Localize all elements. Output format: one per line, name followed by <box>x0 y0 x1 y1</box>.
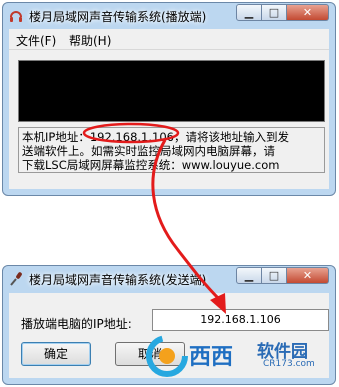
menu-help[interactable]: 帮助(H) <box>69 32 111 49</box>
maximize-button[interactable]: □ <box>262 4 287 21</box>
info-text-box: 本机IP地址：192.168.1.106，请将该地址输入到发 送端软件上。如需实… <box>18 127 325 173</box>
minimize-button[interactable]: ▁ <box>236 4 262 21</box>
player-window-controls: ▁ □ ✕ <box>236 4 329 21</box>
headphones-icon <box>10 11 22 22</box>
watermark-domain: CR173.com <box>263 359 315 369</box>
sender-window-controls: ▁ □ ✕ <box>236 267 329 284</box>
sender-window-title: 楼月局域网声音传输系统(发送端) <box>29 273 207 287</box>
info-line-2: 送端软件上。如需实时监控局域网内电脑屏幕，请 <box>22 144 275 158</box>
menu-bar: 文件(F) 帮助(H) <box>9 29 329 50</box>
maximize-button[interactable]: □ <box>262 267 287 284</box>
audio-display-panel <box>18 60 325 122</box>
info-line-3: 下载LSC局域网屏幕监控系统：www.louyue.com <box>22 158 280 172</box>
watermark-logo-icon <box>146 335 188 377</box>
close-button[interactable]: ✕ <box>287 267 329 284</box>
watermark-brand: 西西 <box>189 345 234 370</box>
ip-address-label: 播放端电脑的IP地址: <box>21 317 132 331</box>
watermark: 西西 软件园 CR173.com <box>145 329 335 383</box>
player-client-area: 文件(F) 帮助(H) 本机IP地址：192.168.1.106，请将该地址输入… <box>9 29 329 189</box>
ip-address-input[interactable]: 192.168.1.106 <box>152 309 329 331</box>
minimize-button[interactable]: ▁ <box>236 267 262 284</box>
close-button[interactable]: ✕ <box>287 4 329 21</box>
player-titlebar[interactable]: 楼月局域网声音传输系统(播放端) ▁ □ ✕ <box>3 3 335 27</box>
sender-titlebar[interactable]: 楼月局域网声音传输系统(发送端) ▁ □ ✕ <box>3 266 335 290</box>
microphone-icon <box>10 272 22 286</box>
menu-file[interactable]: 文件(F) <box>16 32 56 49</box>
ok-button[interactable]: 确定 <box>21 342 91 366</box>
info-line-1: 本机IP地址：192.168.1.106，请将该地址输入到发 <box>22 130 289 144</box>
player-window-title: 楼月局域网声音传输系统(播放端) <box>29 10 207 24</box>
player-window: 楼月局域网声音传输系统(播放端) ▁ □ ✕ 文件(F) 帮助(H) 本机IP地… <box>2 2 336 196</box>
